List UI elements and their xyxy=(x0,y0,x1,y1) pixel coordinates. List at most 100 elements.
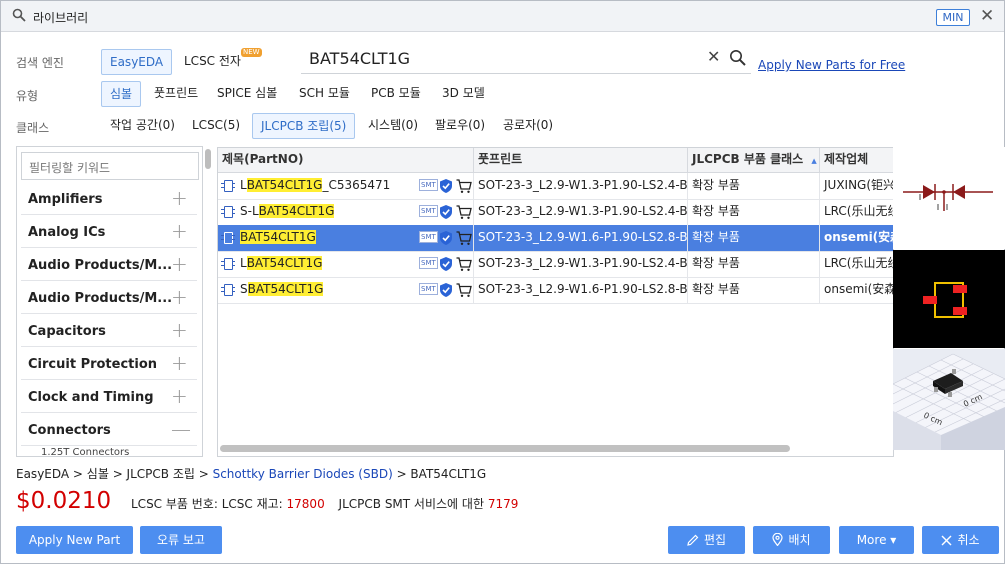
type-sch-module[interactable]: SCH 모듈 xyxy=(291,81,358,105)
engine-lcsc[interactable]: LCSC 전자 xyxy=(176,49,249,73)
report-error-button[interactable]: 오류 보고 xyxy=(140,526,222,554)
table-row[interactable]: SBAT54CLT1G SMT SOT-23-3_L2.9-W1.6-P1.90… xyxy=(218,277,893,304)
title-match: BAT54CLT1G xyxy=(258,204,335,218)
class-follow[interactable]: 팔로우(0) xyxy=(427,113,493,137)
smt-badge: SMT xyxy=(419,179,438,191)
place-label: 배치 xyxy=(788,533,811,547)
category-connectors[interactable]: Connectors — xyxy=(21,415,197,446)
results-table: 제목(PartNO) 풋프린트 JLCPCB 부품 클래스 ▲ 제작업체 LBA… xyxy=(217,147,894,457)
expand-plus-icon[interactable]: + xyxy=(171,351,188,375)
symbol-preview[interactable] xyxy=(893,147,1005,249)
edit-label: 편집 xyxy=(703,533,727,547)
subcategory-item[interactable]: 1.25T Connectors xyxy=(41,447,129,456)
expand-plus-icon[interactable]: + xyxy=(171,318,188,342)
expand-plus-icon[interactable]: + xyxy=(171,219,188,243)
jlc-stock-value: 7179 xyxy=(487,497,519,511)
col-header-manufacturer[interactable]: 제작업체 xyxy=(820,148,893,172)
cell-title: BAT54CLT1G SMT xyxy=(218,225,474,251)
category-audio-products-2[interactable]: Audio Products/M... + xyxy=(21,283,197,314)
apply-new-parts-link[interactable]: Apply New Parts for Free xyxy=(758,58,905,72)
title-bar: 라이브러리 MIN ✕ xyxy=(1,1,1004,32)
3d-model-preview[interactable]: 0 cm 0 cm xyxy=(893,349,1005,450)
col-header-footprint[interactable]: 풋프린트 xyxy=(474,148,688,172)
chip-icon xyxy=(221,206,233,218)
cell-manufacturer: LRC(乐山无线 xyxy=(824,256,893,270)
search-button-icon[interactable] xyxy=(729,49,746,69)
chip-icon xyxy=(221,232,233,244)
category-amplifiers[interactable]: Amplifiers + xyxy=(21,184,197,215)
location-pin-icon xyxy=(772,532,784,547)
apply-new-part-button[interactable]: Apply New Part xyxy=(16,526,133,554)
close-icon[interactable]: ✕ xyxy=(980,6,994,26)
category-clock-timing[interactable]: Clock and Timing + xyxy=(21,382,197,413)
edit-button[interactable]: 편집 xyxy=(668,526,745,554)
category-label: Connectors xyxy=(28,423,111,438)
place-button[interactable]: 배치 xyxy=(753,526,830,554)
class-contributor[interactable]: 공로자(0) xyxy=(495,113,561,137)
cell-class: 확장 부품 xyxy=(688,173,820,199)
search-icon xyxy=(12,8,26,26)
cell-class: 확장 부품 xyxy=(688,277,820,303)
table-row-selected[interactable]: BAT54CLT1G SMT SOT-23-3_L2.9-W1.6-P1.90-… xyxy=(218,225,893,252)
cart-icon[interactable] xyxy=(456,178,472,194)
category-capacitors[interactable]: Capacitors + xyxy=(21,316,197,347)
class-workspace[interactable]: 작업 공간(0) xyxy=(102,113,183,137)
type-symbol[interactable]: 심볼 xyxy=(101,81,142,107)
verified-shield-icon xyxy=(440,179,452,193)
cell-title: LBAT54CLT1G_C5365471 SMT xyxy=(218,173,474,199)
collapse-minus-icon[interactable]: — xyxy=(171,417,191,441)
category-circuit-protection[interactable]: Circuit Protection + xyxy=(21,349,197,380)
category-analog-ics[interactable]: Analog ICs + xyxy=(21,217,197,248)
table-horizontal-scrollbar[interactable] xyxy=(220,445,790,452)
new-badge: NEW xyxy=(241,48,262,57)
cart-icon[interactable] xyxy=(456,282,472,298)
more-button[interactable]: More ▾ xyxy=(839,526,914,554)
window-title: 라이브러리 xyxy=(33,11,89,25)
smt-badge: SMT xyxy=(419,257,438,269)
cart-icon[interactable] xyxy=(456,204,472,220)
expand-plus-icon[interactable]: + xyxy=(171,186,188,210)
cart-icon[interactable] xyxy=(456,230,472,246)
col-header-class[interactable]: JLCPCB 부품 클래스 ▲ xyxy=(688,148,820,172)
type-footprint[interactable]: 풋프린트 xyxy=(146,81,206,105)
footprint-preview[interactable] xyxy=(893,250,1005,348)
title-match: BAT54CLT1G xyxy=(246,256,323,270)
cancel-button[interactable]: 취소 xyxy=(922,526,999,554)
price: $0.0210 xyxy=(16,488,112,514)
category-scrollbar[interactable] xyxy=(205,149,211,169)
engine-easyeda[interactable]: EasyEDA xyxy=(101,49,173,75)
search-underline xyxy=(301,73,751,74)
breadcrumb-part: > BAT54CLT1G xyxy=(392,467,487,481)
category-audio-products-1[interactable]: Audio Products/M... + xyxy=(21,250,197,281)
class-lcsc[interactable]: LCSC(5) xyxy=(184,113,248,137)
clear-search-icon[interactable]: ✕ xyxy=(707,47,720,66)
table-row[interactable]: LBAT54CLT1G_C5365471 SMT SOT-23-3_L2.9-W… xyxy=(218,173,893,200)
cell-title: LBAT54CLT1G SMT xyxy=(218,251,474,277)
category-label: Capacitors xyxy=(28,324,106,339)
expand-plus-icon[interactable]: + xyxy=(171,252,188,276)
expand-plus-icon[interactable]: + xyxy=(171,384,188,408)
title-prefix: S-L xyxy=(240,204,259,218)
category-label: Amplifiers xyxy=(28,192,103,207)
type-spice-symbol[interactable]: SPICE 심볼 xyxy=(209,81,285,105)
search-input[interactable]: BAT54CLT1G xyxy=(309,49,410,68)
breadcrumb-link[interactable]: Schottky Barrier Diodes (SBD) xyxy=(213,467,393,481)
col-header-title[interactable]: 제목(PartNO) xyxy=(218,148,474,172)
expand-plus-icon[interactable]: + xyxy=(171,285,188,309)
cart-icon[interactable] xyxy=(456,256,472,272)
minimize-button[interactable]: MIN xyxy=(936,9,970,26)
cell-manufacturer: onsemi(安森美 xyxy=(824,230,893,244)
chip-icon xyxy=(221,284,233,296)
title-match: BAT54CLT1G xyxy=(247,282,324,296)
cell-class: 확장 부품 xyxy=(688,199,820,225)
type-pcb-module[interactable]: PCB 모듈 xyxy=(363,81,429,105)
class-jlcpcb[interactable]: JLCPCB 조립(5) xyxy=(252,113,356,139)
table-row[interactable]: S-LBAT54CLT1G SMT SOT-23-3_L2.9-W1.3-P1.… xyxy=(218,199,893,226)
class-system[interactable]: 시스템(0) xyxy=(360,113,426,137)
title-prefix: L xyxy=(240,178,247,192)
close-icon xyxy=(941,535,952,546)
type-label: 유형 xyxy=(16,89,39,103)
category-filter-input[interactable]: 필터링할 키워드 xyxy=(21,152,199,180)
type-3d-model[interactable]: 3D 모델 xyxy=(434,81,493,105)
table-row[interactable]: LBAT54CLT1G SMT SOT-23-3_L2.9-W1.3-P1.90… xyxy=(218,251,893,278)
